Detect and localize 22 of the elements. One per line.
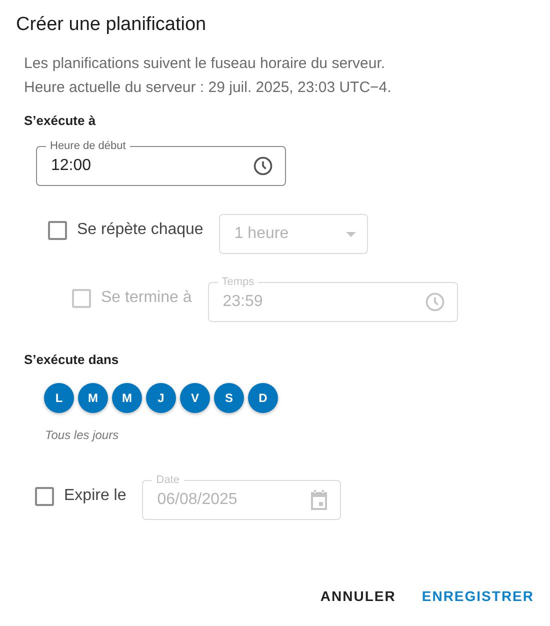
days-summary: Tous les jours (45, 428, 120, 442)
day-toggle[interactable]: M (78, 383, 108, 413)
section-heading: S’exécute dans (24, 352, 120, 367)
checkbox-label[interactable]: Se répète chaque (48, 220, 204, 240)
cancel-button[interactable]: ANNULER (312, 582, 404, 610)
dropdown-icon (346, 232, 356, 236)
save-button[interactable]: ENREGISTRER (414, 582, 542, 610)
day-toggle[interactable]: J (146, 383, 176, 413)
day-toggle[interactable]: M (112, 383, 142, 413)
checkbox-label[interactable]: Expire le (35, 486, 126, 506)
section-heading: S’exécute à (24, 113, 97, 128)
field-label: Temps (218, 275, 258, 289)
checkbox[interactable] (48, 220, 67, 240)
day-toggle[interactable]: L (44, 383, 74, 413)
time-field[interactable]: Heure de début 12:00 (36, 138, 286, 186)
dialog-title: Créer une planification (16, 13, 208, 37)
day-toggle[interactable]: D (248, 383, 278, 413)
day-toggle[interactable]: S (214, 383, 244, 413)
checkbox[interactable] (35, 486, 54, 506)
day-toggle[interactable]: V (180, 383, 210, 413)
clock-icon[interactable] (252, 155, 274, 177)
description-text: Les planifications suivent le fuseau horaire du serveur. Heure actuelle du serveur : 29 juil. 2025, 23:03 UTC−4. (24, 54, 392, 98)
